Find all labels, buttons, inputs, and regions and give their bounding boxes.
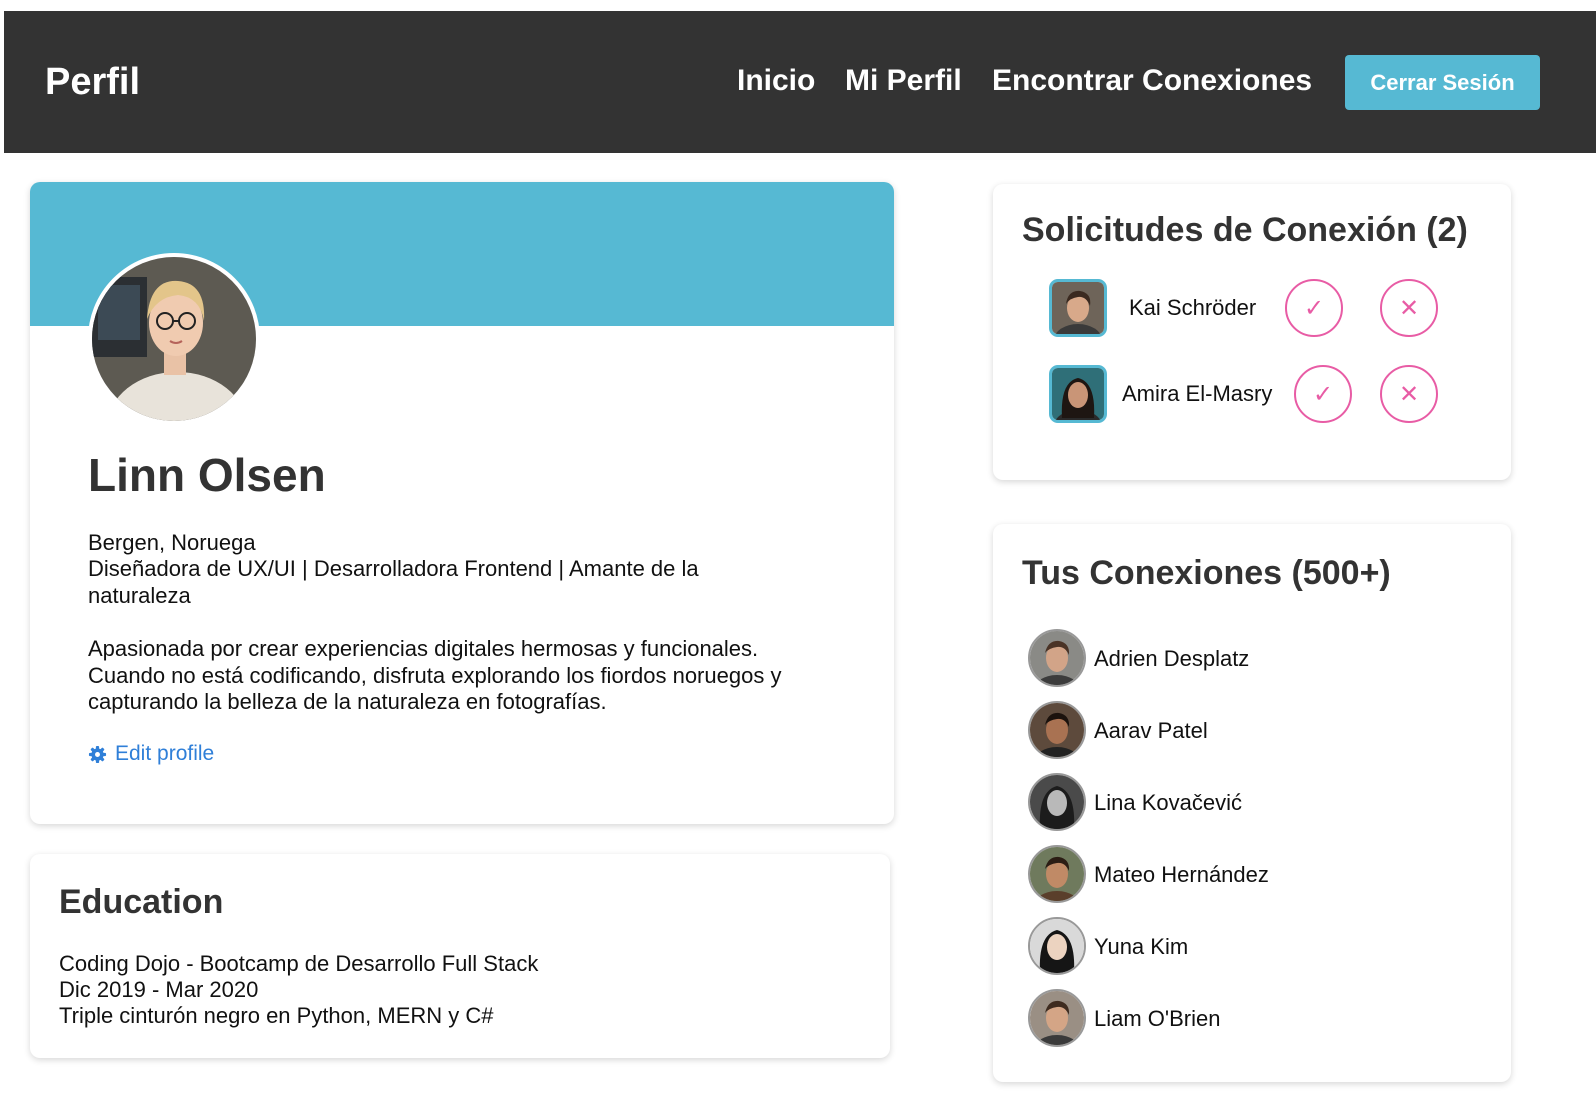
profile-headline: Diseñadora de UX/UI | Desarrolladora Fro… xyxy=(88,556,699,608)
education-school: Coding Dojo - Bootcamp de Desarrollo Ful… xyxy=(59,951,539,976)
profile-name: Linn Olsen xyxy=(88,449,326,501)
connection-requests-card: Solicitudes de Conexión (2) Kai Schröder… xyxy=(993,184,1511,480)
avatar xyxy=(1028,629,1086,687)
request-name: Kai Schröder xyxy=(1129,295,1257,320)
education-title: Education xyxy=(59,883,224,921)
education-dates: Dic 2019 - Mar 2020 xyxy=(59,977,259,1002)
profile-card: Linn Olsen Bergen, Noruega Diseñadora de… xyxy=(30,182,894,824)
nav-link-mi-perfil[interactable]: Mi Perfil xyxy=(845,64,962,98)
avatar xyxy=(1028,989,1086,1047)
profile-bio: Apasionada por crear experiencias digita… xyxy=(88,636,782,714)
gear-icon xyxy=(88,745,107,764)
edit-profile-label: Edit profile xyxy=(115,742,215,765)
avatar xyxy=(1028,917,1086,975)
reject-button[interactable]: ✕ xyxy=(1380,279,1438,337)
connection-name: Aarav Patel xyxy=(1094,718,1208,743)
close-icon: ✕ xyxy=(1398,294,1420,322)
reject-button[interactable]: ✕ xyxy=(1380,365,1438,423)
profile-page: Perfil Inicio Mi Perfil Encontrar Conexi… xyxy=(0,0,1596,1114)
request-name: Amira El-Masry xyxy=(1122,381,1273,406)
connection-name: Lina Kovačević xyxy=(1094,790,1242,815)
connection-name: Yuna Kim xyxy=(1094,934,1189,959)
connections-card: Tus Conexiones (500+) Adrien Desplatz Aa… xyxy=(993,524,1511,1082)
accept-button[interactable]: ✓ xyxy=(1285,279,1343,337)
check-icon: ✓ xyxy=(1303,294,1325,322)
edit-profile-link[interactable]: Edit profile xyxy=(88,742,214,766)
avatar xyxy=(1049,279,1107,337)
top-navbar: Perfil Inicio Mi Perfil Encontrar Conexi… xyxy=(4,11,1596,153)
education-note: Triple cinturón negro en Python, MERN y … xyxy=(59,1003,494,1028)
accept-button[interactable]: ✓ xyxy=(1294,365,1352,423)
nav-link-encontrar-conexiones[interactable]: Encontrar Conexiones xyxy=(992,64,1312,98)
connection-name: Mateo Hernández xyxy=(1094,862,1269,887)
profile-avatar xyxy=(88,253,260,425)
requests-title: Solicitudes de Conexión (2) xyxy=(1022,211,1468,249)
logout-button[interactable]: Cerrar Sesión xyxy=(1345,55,1540,110)
check-icon: ✓ xyxy=(1312,380,1334,408)
profile-location: Bergen, Noruega xyxy=(88,530,256,555)
brand-title: Perfil xyxy=(45,61,141,103)
nav-link-inicio[interactable]: Inicio xyxy=(737,64,815,98)
avatar xyxy=(1028,845,1086,903)
connection-name: Liam O'Brien xyxy=(1094,1006,1221,1031)
avatar xyxy=(1028,701,1086,759)
avatar xyxy=(1049,365,1107,423)
connections-title: Tus Conexiones (500+) xyxy=(1022,554,1391,592)
avatar xyxy=(1028,773,1086,831)
connection-name: Adrien Desplatz xyxy=(1094,646,1250,671)
close-icon: ✕ xyxy=(1398,380,1420,408)
education-card: Education Coding Dojo - Bootcamp de Desa… xyxy=(30,854,890,1058)
